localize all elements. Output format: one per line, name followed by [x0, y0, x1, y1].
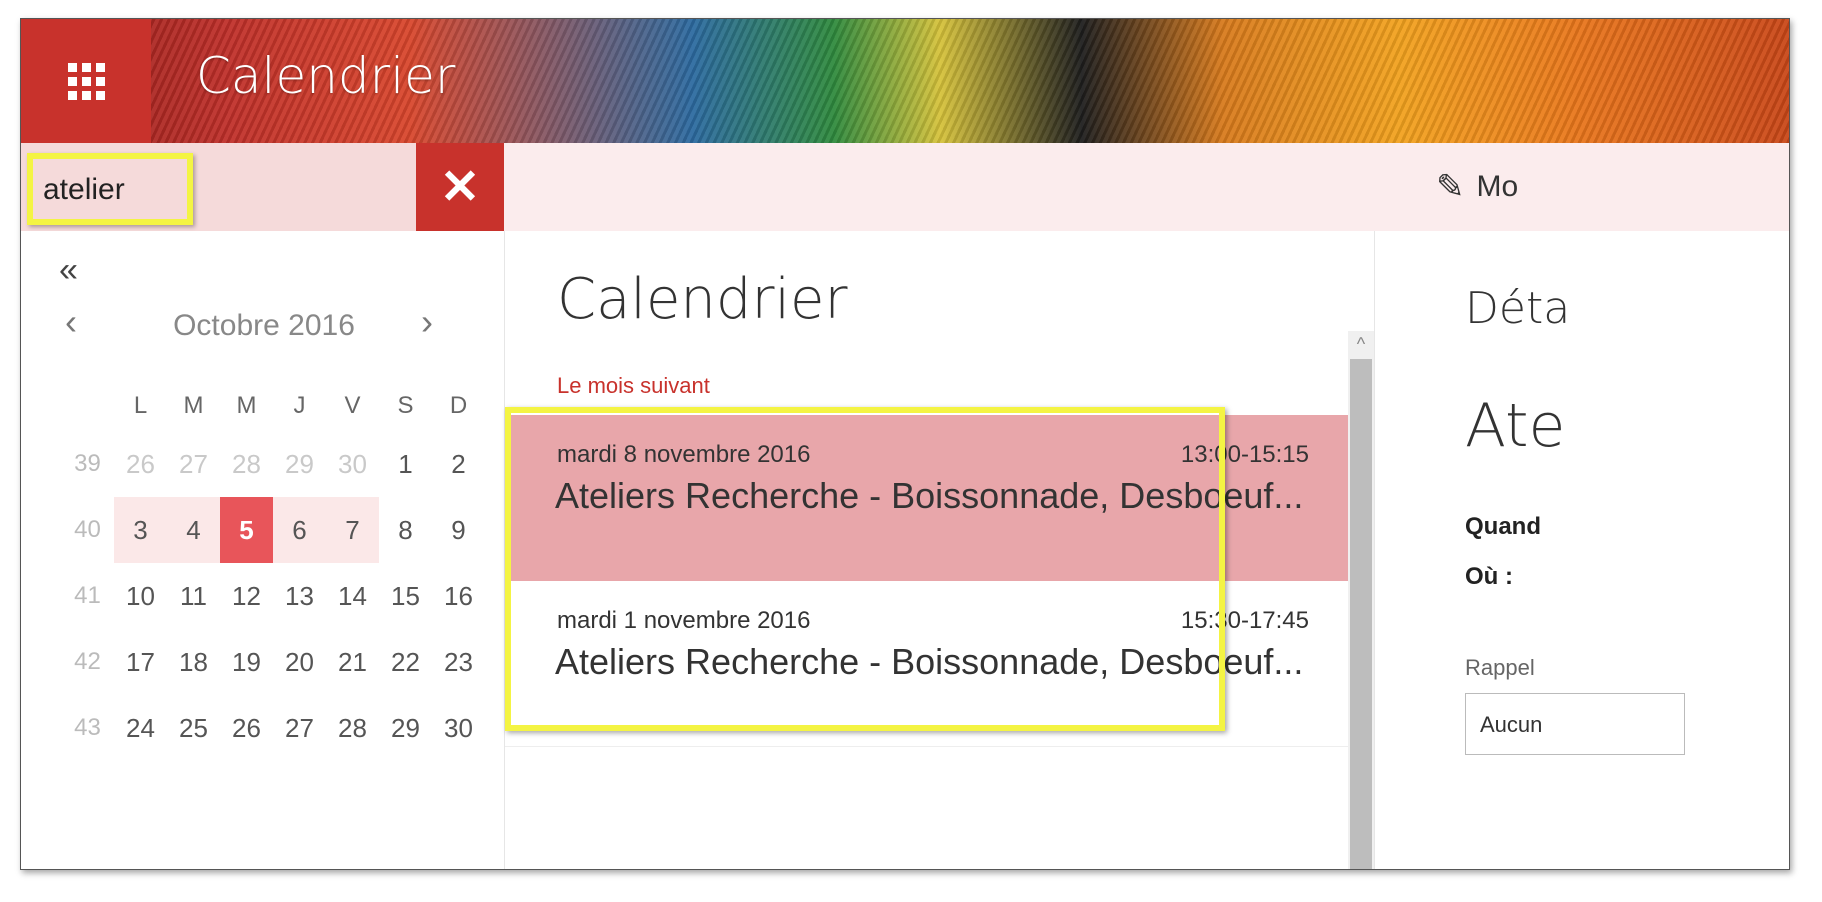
event-item[interactable]: mardi 1 novembre 2016 15:30-17:45 Atelie…: [505, 581, 1357, 747]
calendar-day[interactable]: 15: [379, 563, 432, 629]
calendar-day[interactable]: 24: [114, 695, 167, 761]
reminder-select[interactable]: Aucun: [1465, 693, 1685, 755]
calendar-day[interactable]: 20: [273, 629, 326, 695]
next-month-button[interactable]: ›: [421, 301, 433, 343]
week-number-header: [61, 381, 114, 431]
search-box: [21, 143, 416, 231]
edit-button-label: Mo: [1476, 170, 1519, 203]
event-date: mardi 8 novembre 2016: [557, 441, 811, 468]
calendar-day[interactable]: 21: [326, 629, 379, 695]
event-date: mardi 1 novembre 2016: [557, 607, 811, 634]
details-title: Déta: [1465, 283, 1571, 334]
week-number: 41: [74, 582, 101, 609]
calendar-day[interactable]: 30: [326, 431, 379, 497]
weekday-header: M: [183, 392, 204, 419]
calendar-day[interactable]: 13: [273, 563, 326, 629]
event-title: Ateliers Recherche - Boissonnade, Desboe…: [555, 475, 1304, 516]
scroll-thumb[interactable]: [1350, 359, 1372, 869]
mini-calendar-pane: « ‹ Octobre 2016 › L M M J V S D 39 26 2…: [21, 231, 504, 869]
where-label: Où :: [1465, 563, 1513, 590]
calendar-day[interactable]: 16: [432, 563, 485, 629]
list-section-heading: Le mois suivant: [557, 373, 710, 398]
waffle-icon: [67, 62, 105, 100]
calendar-day[interactable]: 29: [379, 695, 432, 761]
calendar-day[interactable]: 25: [167, 695, 220, 761]
event-time: 13:00-15:15: [1180, 441, 1309, 468]
month-label: Octobre 2016: [173, 309, 355, 342]
calendar-day[interactable]: 30: [432, 695, 485, 761]
calendar-day[interactable]: 17: [114, 629, 167, 695]
event-details-pane: Déta Ate Quand Où : Rappel Aucun: [1374, 231, 1789, 869]
event-name: Ate: [1465, 391, 1566, 461]
event-item-selected[interactable]: mardi 8 novembre 2016 13:00-15:15 Atelie…: [505, 415, 1357, 581]
calendar-day-today[interactable]: 5: [220, 497, 273, 563]
when-label: Quand: [1465, 513, 1541, 540]
calendar-day[interactable]: 18: [167, 629, 220, 695]
current-week-row: 40 3 4 5 6 7 8 9: [61, 497, 485, 563]
list-scrollbar[interactable]: ^: [1348, 331, 1374, 869]
week-row: 43 24 25 26 27 28 29 30: [61, 695, 485, 761]
close-icon: ✕: [439, 161, 481, 214]
week-row: 42 17 18 19 20 21 22 23: [61, 629, 485, 695]
calendar-day[interactable]: 26: [114, 431, 167, 497]
calendar-day[interactable]: 14: [326, 563, 379, 629]
calendar-day[interactable]: 10: [114, 563, 167, 629]
calendar-day[interactable]: 28: [326, 695, 379, 761]
week-row: 41 10 11 12 13 14 15 16: [61, 563, 485, 629]
weekday-header: V: [344, 392, 361, 419]
weekday-header-row: L M M J V S D: [61, 381, 485, 431]
collapse-pane-button[interactable]: «: [59, 251, 78, 290]
edit-button[interactable]: ✎ Mo: [1436, 165, 1518, 209]
calendar-day[interactable]: 7: [326, 497, 379, 563]
calendar-day[interactable]: 12: [220, 563, 273, 629]
calendar-day[interactable]: 9: [432, 497, 485, 563]
calendar-day[interactable]: 19: [220, 629, 273, 695]
calendar-day[interactable]: 26: [220, 695, 273, 761]
weekday-header: D: [449, 392, 468, 419]
clear-search-button[interactable]: ✕: [416, 143, 504, 231]
search-toolbar: ✕ ✎ Mo: [21, 143, 1789, 231]
weekday-header: S: [397, 392, 414, 419]
weekday-header: L: [133, 392, 148, 419]
calendar-day[interactable]: 23: [432, 629, 485, 695]
event-title: Ateliers Recherche - Boissonnade, Desboe…: [555, 641, 1304, 682]
calendar-day[interactable]: 6: [273, 497, 326, 563]
calendar-day[interactable]: 27: [273, 695, 326, 761]
event-time: 15:30-17:45: [1180, 607, 1309, 634]
calendar-day[interactable]: 4: [167, 497, 220, 563]
header-banner: Calendrier: [21, 19, 1789, 143]
week-number: 40: [74, 516, 101, 543]
list-title: Calendrier: [557, 267, 848, 332]
event-list-pane: Calendrier Le mois suivant mardi 8 novem…: [504, 231, 1374, 869]
pencil-icon: ✎: [1436, 168, 1465, 206]
calendar-day[interactable]: 11: [167, 563, 220, 629]
weekday-header: M: [236, 392, 257, 419]
week-number: 39: [74, 450, 101, 477]
mini-calendar-grid: L M M J V S D 39 26 27 28 29 30 1 2 40 3: [61, 381, 485, 761]
search-input[interactable]: [43, 171, 373, 209]
calendar-day[interactable]: 3: [114, 497, 167, 563]
calendar-day[interactable]: 1: [379, 431, 432, 497]
week-number: 43: [74, 714, 101, 741]
calendar-day[interactable]: 29: [273, 431, 326, 497]
calendar-day[interactable]: 28: [220, 431, 273, 497]
calendar-day[interactable]: 27: [167, 431, 220, 497]
calendar-day[interactable]: 8: [379, 497, 432, 563]
week-number: 42: [74, 648, 101, 675]
calendar-day[interactable]: 2: [432, 431, 485, 497]
previous-month-button[interactable]: ‹: [65, 301, 77, 343]
app-title: Calendrier: [196, 47, 456, 105]
calendar-day[interactable]: 22: [379, 629, 432, 695]
app-window: Calendrier ✕ ✎ Mo « ‹ Octobre 2016 › L M…: [20, 18, 1790, 870]
app-launcher-button[interactable]: [21, 19, 151, 143]
reminder-label: Rappel: [1465, 655, 1535, 680]
weekday-header: J: [293, 392, 306, 419]
scroll-up-button[interactable]: ^: [1348, 331, 1374, 357]
week-row: 39 26 27 28 29 30 1 2: [61, 431, 485, 497]
